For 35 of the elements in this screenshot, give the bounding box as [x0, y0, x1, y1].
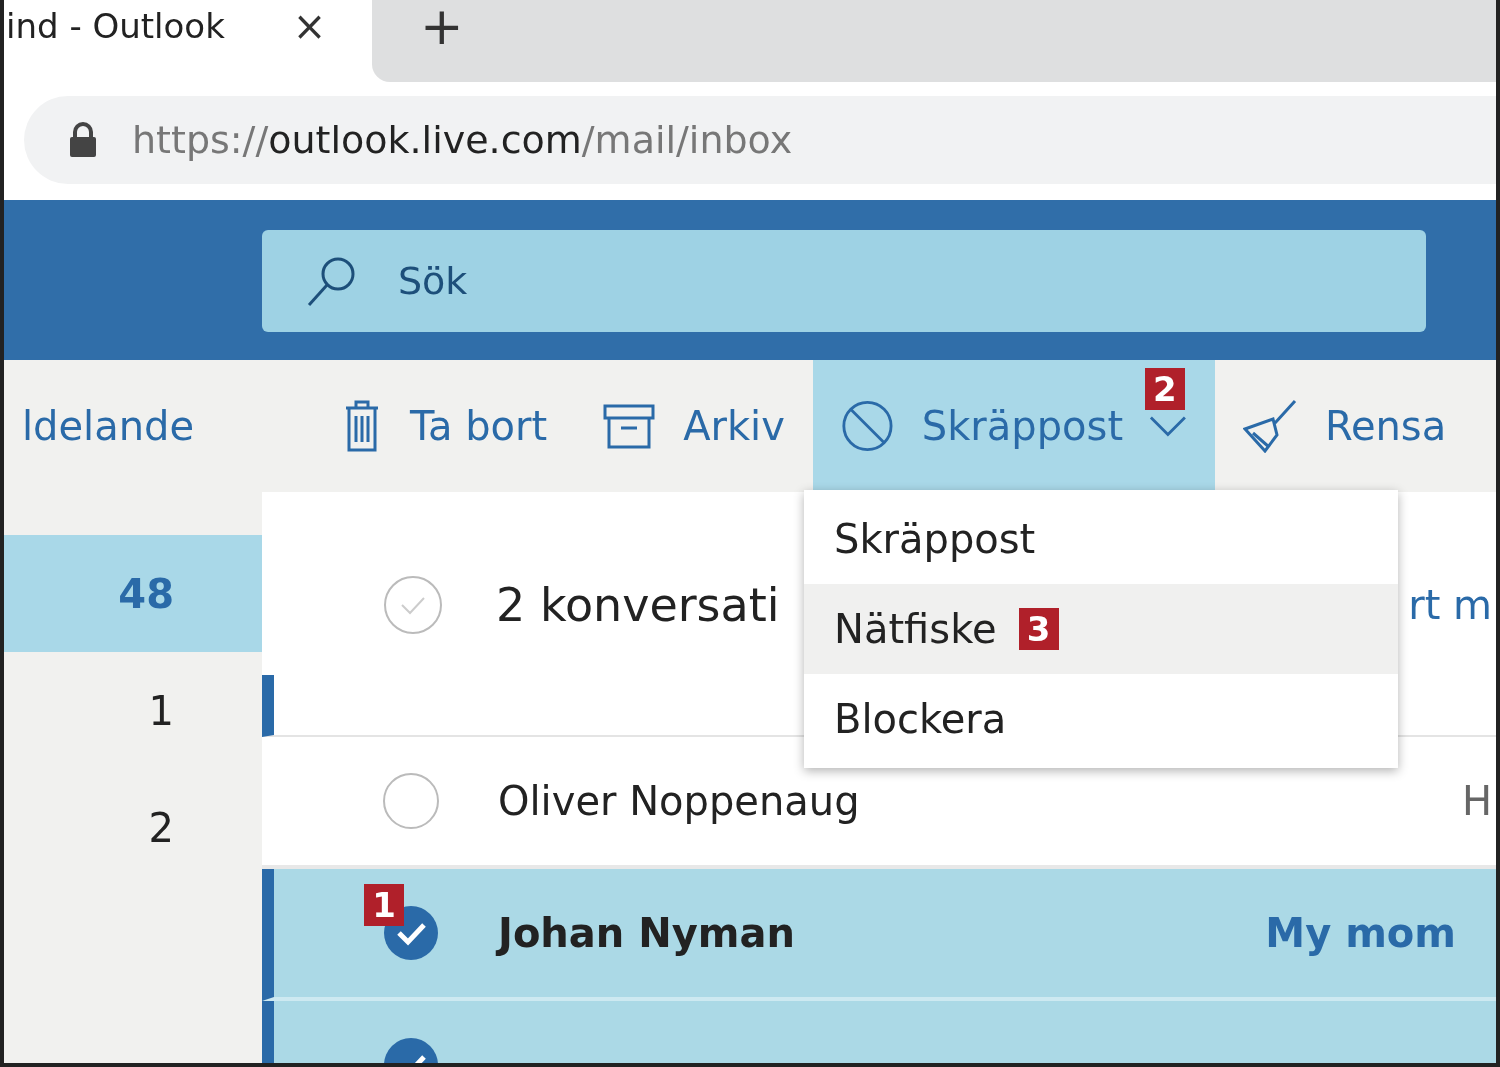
address-bar[interactable]: https://outlook.live.com/mail/inbox [24, 96, 1496, 184]
callout-badge: 3 [1018, 608, 1059, 650]
message-subject: My mom [1265, 910, 1456, 956]
folder-item[interactable]: 2 [4, 769, 262, 886]
menu-item[interactable]: Nätfiske 3 [804, 584, 1398, 674]
toolbar-button[interactable]: ldelande [4, 360, 315, 492]
sender-name: Oliver Noppenaug [498, 778, 860, 824]
broom-icon [1242, 399, 1297, 453]
select-all-checkbox[interactable] [382, 574, 444, 636]
prohibited-icon [840, 398, 894, 454]
callout-badge: 2 [1144, 368, 1185, 410]
tab-title: ind - Outlook [6, 6, 225, 46]
delete-button[interactable]: Ta bort [314, 360, 576, 492]
junk-button[interactable]: Skräppost 2 [812, 360, 1215, 492]
lock-icon [68, 122, 98, 158]
menu-item[interactable]: Skräppost [804, 494, 1398, 584]
folder-item[interactable]: 1 [4, 652, 262, 769]
unread-count: 1 [148, 687, 174, 734]
message-row[interactable]: 1 Johan Nyman My mom [262, 869, 1496, 1001]
unread-count: 48 [118, 570, 174, 617]
close-icon[interactable]: × [292, 6, 327, 46]
unread-count: 2 [148, 804, 174, 851]
archive-icon [603, 402, 656, 450]
url-text: https://outlook.live.com/mail/inbox [132, 118, 793, 162]
callout-badge: 1 [364, 884, 404, 926]
new-tab-button[interactable]: + [420, 0, 464, 52]
unchecked-circle-icon[interactable] [382, 772, 440, 830]
header-link[interactable]: rt m [1408, 582, 1492, 628]
sweep-button[interactable]: Rensa [1214, 360, 1475, 492]
archive-button[interactable]: Arkiv [575, 360, 813, 492]
browser-tab[interactable]: ind - Outlook × [4, 0, 372, 82]
message-preview: H [1461, 778, 1492, 824]
chevron-down-icon [1149, 415, 1187, 437]
conversation-count: 2 konversati [496, 578, 780, 632]
folder-item[interactable]: 48 [4, 535, 262, 652]
